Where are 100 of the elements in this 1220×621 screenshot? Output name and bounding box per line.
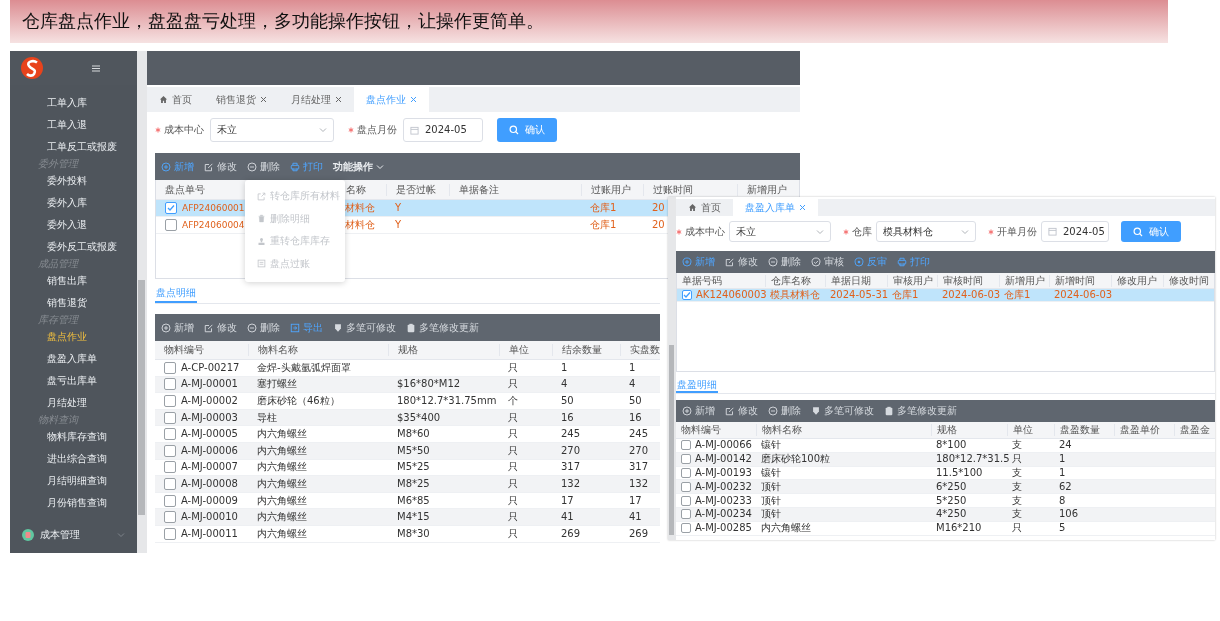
toolbar-button[interactable]: 修改 <box>721 405 762 417</box>
table-row[interactable]: A-MJ-00066 镶针 8*100 支 24 <box>676 439 1215 453</box>
tab[interactable]: 首页 <box>676 199 733 216</box>
table-cell: AFP24060001 <box>182 202 245 214</box>
checkbox[interactable] <box>681 495 691 506</box>
table-cell: 1 <box>629 361 636 373</box>
table-row[interactable]: A-MJ-00005 内六角螺丝 M8*60 只 245 245 <box>155 426 660 443</box>
field-label: 开单月份 <box>997 225 1037 238</box>
sidebar-item[interactable]: 进出综合查询 <box>10 448 137 470</box>
checkbox[interactable] <box>681 440 691 451</box>
clipboard-icon <box>406 322 416 333</box>
checkbox[interactable] <box>681 481 691 492</box>
checkbox[interactable] <box>164 378 176 391</box>
table-row[interactable]: A-MJ-00011 内六角螺丝 M8*30 只 269 269 <box>155 525 660 543</box>
sidebar-item[interactable]: 销售退货 <box>10 292 137 314</box>
sidebar-item[interactable]: 销售出库 <box>10 270 137 292</box>
table-cell: 11.5*100 <box>936 467 983 478</box>
sidebar-item[interactable]: 月结处理 <box>10 392 137 414</box>
checkbox[interactable] <box>165 219 177 231</box>
tab[interactable]: 月结处理 <box>279 87 354 112</box>
toolbar-button[interactable]: 修改 <box>200 160 241 173</box>
table-row[interactable]: A-CP-00217 金焊-头戴氩弧焊面罩 只 1 1 <box>155 360 660 377</box>
checkbox[interactable] <box>164 461 176 474</box>
toolbar-button[interactable]: 多笔修改更新 <box>402 321 483 334</box>
column-header: 新增用户 <box>747 183 787 195</box>
column-header: 单据备注 <box>459 183 499 195</box>
month-field[interactable]: 2024-05 <box>403 118 483 142</box>
select-field[interactable]: 模具材料仓 <box>876 221 976 242</box>
plus-circle-icon <box>682 406 692 416</box>
sidebar-item[interactable]: 盘盈入库单 <box>10 348 137 370</box>
toolbar-button[interactable]: 删除 <box>243 160 284 173</box>
menu-button[interactable]: 功能操作 <box>329 160 388 173</box>
scrollbar[interactable] <box>668 197 676 540</box>
sidebar-item[interactable]: 物料库存查询 <box>10 426 137 448</box>
toolbar-button[interactable]: 删除 <box>764 405 805 417</box>
checkbox[interactable] <box>164 444 176 457</box>
table-row[interactable]: A-MJ-00008 内六角螺丝 M8*25 只 132 132 <box>155 476 660 493</box>
toolbar-button[interactable]: 删除 <box>764 256 805 268</box>
table-cell: 内六角螺丝 <box>257 494 307 506</box>
table-row[interactable]: A-MJ-00232 顶针 6*250 支 62 <box>676 480 1215 495</box>
toolbar-button[interactable]: 修改 <box>200 321 241 334</box>
minus-circle-icon <box>768 406 778 416</box>
toolbar-button[interactable]: 多笔修改更新 <box>880 405 961 417</box>
sidebar-item[interactable]: 工单入退 <box>10 114 137 136</box>
table-row[interactable]: A-MJ-00233 顶针 5*250 支 8 <box>676 494 1215 508</box>
checkbox[interactable] <box>164 511 176 524</box>
checkbox[interactable] <box>164 527 176 540</box>
checkbox[interactable] <box>681 509 691 520</box>
sidebar-item[interactable]: 盘亏出库单 <box>10 370 137 392</box>
checkbox[interactable] <box>681 468 691 478</box>
month-field[interactable]: 2024-05 <box>1041 221 1109 242</box>
select-field[interactable]: 禾立 <box>210 118 334 142</box>
toolbar-button[interactable]: 新增 <box>678 405 719 417</box>
checkbox[interactable] <box>681 454 691 465</box>
table-cell: A-MJ-00011 <box>181 527 238 540</box>
table-row[interactable]: A-MJ-00285 内六角螺丝 M16*210 只 5 <box>676 521 1215 536</box>
table-cell: 2024-06-03 <box>1054 289 1113 300</box>
checkbox[interactable] <box>681 523 691 534</box>
sidebar-item[interactable]: 委外入退 <box>10 214 137 236</box>
checkbox[interactable] <box>164 494 176 507</box>
table-cell: 内六角螺丝 <box>257 461 307 473</box>
tab[interactable]: 销售退货 <box>204 87 279 112</box>
toolbar-button[interactable]: 删除 <box>243 321 284 334</box>
toolbar-button[interactable]: 审核 <box>807 256 848 268</box>
tab[interactable]: 首页 <box>147 87 204 112</box>
sidebar-item[interactable]: 盘点作业 <box>10 326 137 348</box>
sidebar-item[interactable]: 委外投料 <box>10 170 137 192</box>
checkbox[interactable] <box>164 477 176 490</box>
sidebar-item[interactable]: 工单入库 <box>10 92 137 114</box>
column-header: 单据日期 <box>831 274 871 286</box>
checkbox[interactable] <box>682 290 692 300</box>
sidebar-item[interactable]: 月结明细查询 <box>10 470 137 492</box>
table-cell: 8 <box>1059 494 1066 506</box>
table-cell: A-MJ-00193 <box>695 467 752 479</box>
checkbox[interactable] <box>164 428 176 441</box>
checkbox[interactable] <box>164 395 176 407</box>
column-header: 过账用户 <box>591 183 631 195</box>
sidebar-item[interactable]: 工单反工或报废 <box>10 136 137 158</box>
table-cell: 270 <box>629 444 649 456</box>
select-field[interactable]: 禾立 <box>729 221 831 242</box>
sidebar-item[interactable]: 月份销售查询 <box>10 492 137 514</box>
checkbox[interactable] <box>165 202 177 214</box>
toolbar-button[interactable]: 多笔可修改 <box>329 321 400 334</box>
toolbar-button[interactable]: 多笔可修改 <box>807 405 878 417</box>
plus-circle-icon <box>682 257 692 267</box>
table-cell: 只 <box>508 411 518 423</box>
sidebar-module[interactable]: 成本管理 <box>10 520 137 550</box>
toolbar-button[interactable]: 修改 <box>721 256 762 268</box>
checkbox[interactable] <box>164 361 176 374</box>
toolbar-button[interactable]: 新增 <box>157 321 198 334</box>
sidebar-item[interactable]: 委外反工或报废 <box>10 236 137 258</box>
table-cell: $16*80*M12 <box>397 378 461 390</box>
sidebar-item[interactable]: 委外入库 <box>10 192 137 214</box>
export-icon <box>290 322 300 333</box>
column-header: 审核用户 <box>893 274 933 286</box>
table-row[interactable]: A-MJ-00010 内六角螺丝 M4*15 只 41 41 <box>155 509 660 526</box>
table-row[interactable]: A-MJ-00002 磨床砂轮（46粒） 180*12.7*31.75mm 个 50 50 <box>155 393 660 410</box>
scrollbar[interactable] <box>137 51 147 553</box>
table-cell: 内六角螺丝 <box>761 522 811 534</box>
checkbox[interactable] <box>164 411 176 424</box>
